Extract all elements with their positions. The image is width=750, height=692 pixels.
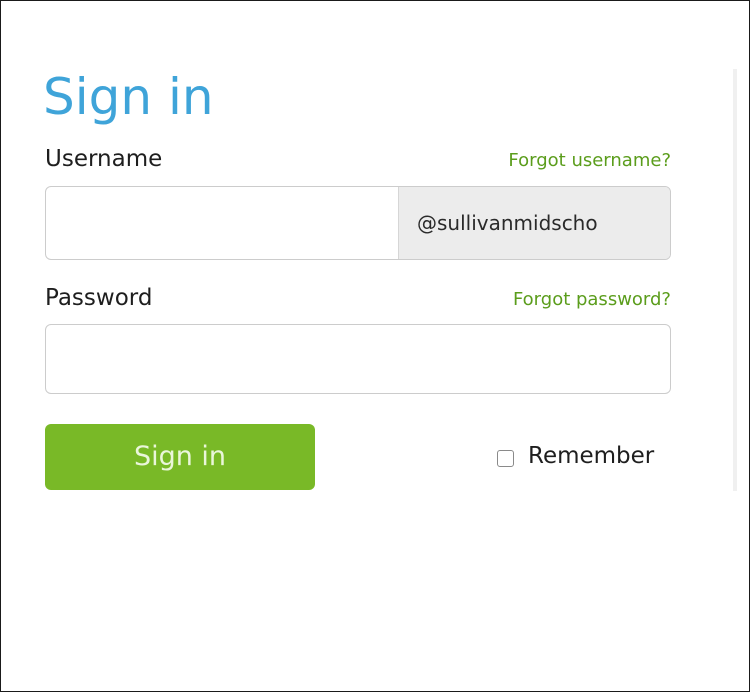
page-title: Sign in: [43, 68, 214, 126]
panel-divider: [733, 69, 737, 491]
password-label: Password: [45, 285, 153, 311]
forgot-username-link[interactable]: Forgot username?: [508, 149, 671, 173]
forgot-password-link[interactable]: Forgot password?: [513, 288, 671, 312]
username-input-group: @sullivanmidscho: [45, 186, 671, 260]
username-domain-suffix: @sullivanmidscho: [398, 187, 670, 259]
username-label: Username: [45, 146, 163, 172]
sign-in-button[interactable]: Sign in: [45, 424, 315, 490]
remember-checkbox[interactable]: [497, 449, 514, 467]
password-input[interactable]: [45, 324, 671, 394]
remember-option[interactable]: Remember: [497, 441, 654, 471]
remember-label: Remember: [528, 443, 655, 469]
page-frame: Sign in Username Forgot username? @sulli…: [0, 0, 750, 692]
username-input[interactable]: [46, 187, 398, 259]
